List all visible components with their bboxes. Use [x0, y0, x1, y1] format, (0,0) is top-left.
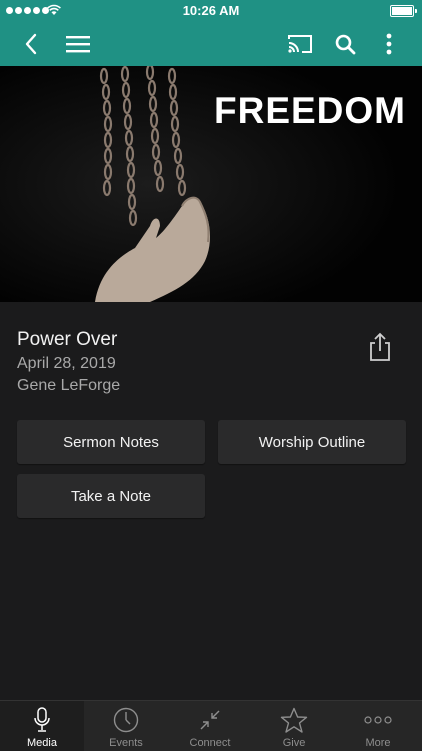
cast-button[interactable] — [283, 22, 317, 66]
tab-media[interactable]: Media — [0, 701, 84, 751]
status-time: 10:26 AM — [182, 3, 240, 18]
sermon-title: Power Over — [17, 329, 118, 350]
take-a-note-button[interactable]: Take a Note — [17, 474, 205, 518]
tab-media-label: Media — [27, 737, 57, 749]
star-icon — [280, 707, 308, 733]
more-vertical-icon — [386, 33, 392, 55]
tab-connect-label: Connect — [189, 737, 231, 749]
tab-events-label: Events — [109, 737, 143, 749]
tab-more-label: More — [365, 737, 391, 749]
cast-icon — [287, 35, 312, 53]
tab-bar: Media Events Connect Give More — [0, 700, 422, 751]
microphone-icon — [34, 707, 50, 732]
back-button[interactable] — [16, 22, 46, 66]
worship-outline-button[interactable]: Worship Outline — [218, 420, 406, 464]
sermon-notes-button[interactable]: Sermon Notes — [17, 420, 205, 464]
menu-button[interactable] — [62, 22, 94, 66]
tab-connect[interactable]: Connect — [168, 701, 252, 751]
tab-give[interactable]: Give — [252, 701, 336, 751]
more-options-button[interactable] — [376, 22, 402, 66]
sermon-date: April 28, 2019 — [17, 355, 116, 372]
share-button[interactable] — [366, 332, 394, 362]
sermon-details: Power Over April 28, 2019 Gene LeForge S… — [0, 302, 422, 700]
app-toolbar — [0, 22, 422, 66]
search-icon — [335, 34, 355, 54]
tab-more[interactable]: More — [336, 701, 420, 751]
tab-give-label: Give — [282, 737, 306, 749]
connect-icon — [200, 710, 220, 730]
more-dots-icon — [364, 716, 392, 724]
sermon-speaker: Gene LeForge — [17, 377, 121, 394]
chevron-left-icon — [25, 33, 37, 55]
sermon-artwork: FREEDOM — [0, 66, 422, 302]
tab-events[interactable]: Events — [84, 701, 168, 751]
share-icon — [370, 332, 390, 361]
clock-icon — [113, 707, 139, 733]
status-bar: 10:26 AM — [0, 0, 422, 22]
search-button[interactable] — [330, 22, 360, 66]
series-title: FREEDOM — [214, 90, 406, 131]
battery-icon — [390, 5, 417, 17]
hamburger-icon — [66, 36, 90, 53]
